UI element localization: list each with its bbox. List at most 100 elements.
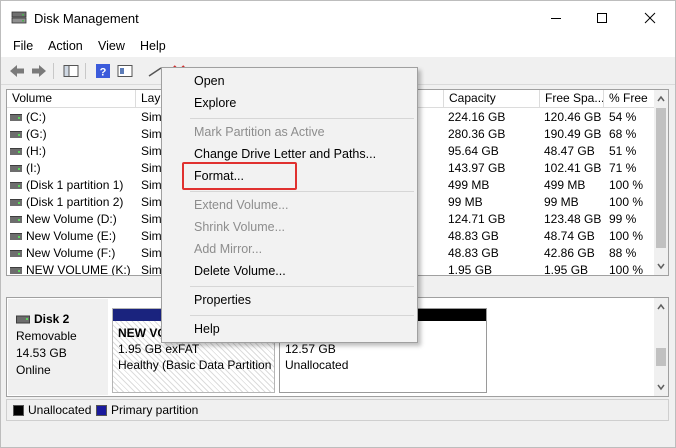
cell-volume: New Volume (D:) xyxy=(26,212,117,226)
minimize-button[interactable] xyxy=(533,1,579,35)
help-icon: ? xyxy=(96,64,110,79)
cell-free: 42.86 GB xyxy=(544,246,595,260)
drive-icon xyxy=(10,216,22,223)
cell-free: 1.95 GB xyxy=(544,263,589,276)
drive-icon xyxy=(10,199,22,206)
disk-name: Disk 2 xyxy=(34,312,70,326)
format-highlight-box xyxy=(182,162,297,190)
context-menu: Open Explore Mark Partition as Active Ch… xyxy=(161,67,418,343)
legend-bar: Unallocated Primary partition xyxy=(6,399,669,421)
cell-volume: (C:) xyxy=(26,110,46,124)
disk-info-panel[interactable]: Disk 2 Removable 14.53 GB Online xyxy=(8,299,108,395)
console-tree-button[interactable] xyxy=(61,62,81,80)
drive-icon xyxy=(10,148,22,155)
maximize-icon xyxy=(597,13,607,23)
partition-detail: 12.57 GB xyxy=(285,342,336,356)
cell-volume: New Volume (F:) xyxy=(26,246,116,260)
disk-type: Removable xyxy=(16,329,77,343)
menu-bar: File Action View Help xyxy=(1,35,675,57)
vertical-scrollbar[interactable] xyxy=(654,298,668,396)
cell-pct: 51 % xyxy=(609,144,637,158)
cell-capacity: 124.71 GB xyxy=(448,212,506,226)
menu-separator xyxy=(190,315,414,316)
scroll-thumb[interactable] xyxy=(656,108,666,248)
menu-item-extend-volume: Extend Volume... xyxy=(194,198,289,212)
cell-capacity: 95.64 GB xyxy=(448,144,499,158)
cell-free: 48.74 GB xyxy=(544,229,595,243)
cell-capacity: 224.16 GB xyxy=(448,110,506,124)
menu-item-change-drive-letter[interactable]: Change Drive Letter and Paths... xyxy=(194,147,376,161)
legend-swatch-unallocated xyxy=(13,405,24,416)
legend-swatch-primary xyxy=(96,405,107,416)
disk-management-window: Disk Management File Action View Help ? xyxy=(0,0,676,448)
cell-free: 123.48 GB xyxy=(544,212,602,226)
disk-size: 14.53 GB xyxy=(16,346,67,360)
drive-icon xyxy=(10,165,22,172)
menu-item-explore[interactable]: Explore xyxy=(194,96,236,110)
maximize-button[interactable] xyxy=(579,1,625,35)
partition-status: Unallocated xyxy=(285,358,349,372)
column-header-capacity[interactable]: Capacity xyxy=(444,90,540,108)
vertical-scrollbar[interactable] xyxy=(654,90,668,275)
toolbar-separator xyxy=(85,63,86,79)
cell-capacity: 48.83 GB xyxy=(448,229,499,243)
cell-pct: 68 % xyxy=(609,127,637,141)
close-button[interactable] xyxy=(627,1,673,35)
column-header-volume[interactable]: Volume xyxy=(7,90,136,108)
menu-action[interactable]: Action xyxy=(48,39,83,53)
properties-button[interactable] xyxy=(115,62,135,80)
cell-capacity: 1.95 GB xyxy=(448,263,493,276)
cell-pct: 88 % xyxy=(609,246,637,260)
legend-label-unallocated: Unallocated xyxy=(28,403,92,417)
help-button[interactable]: ? xyxy=(93,62,113,80)
console-tree-icon xyxy=(63,65,79,77)
cell-capacity: 280.36 GB xyxy=(448,127,506,141)
cell-volume: NEW VOLUME (K:) xyxy=(26,263,131,276)
cell-volume: New Volume (E:) xyxy=(26,229,117,243)
menu-item-help[interactable]: Help xyxy=(194,322,220,336)
cell-free: 120.46 GB xyxy=(544,110,602,124)
svg-text:?: ? xyxy=(100,67,107,79)
menu-file[interactable]: File xyxy=(13,39,33,53)
scroll-up-icon xyxy=(657,95,665,102)
drive-icon xyxy=(10,114,22,121)
menu-help[interactable]: Help xyxy=(140,39,166,53)
drive-icon xyxy=(10,250,22,257)
drive-icon xyxy=(10,267,22,274)
cell-free: 48.47 GB xyxy=(544,144,595,158)
forward-button[interactable] xyxy=(29,62,49,80)
disk-management-icon xyxy=(11,11,27,25)
menu-item-delete-volume[interactable]: Delete Volume... xyxy=(194,264,286,278)
column-header-percent-free[interactable]: % Free xyxy=(604,90,656,108)
cell-volume: (Disk 1 partition 1) xyxy=(26,178,124,192)
partition-status: Healthy (Basic Data Partition xyxy=(118,358,272,372)
scroll-thumb[interactable] xyxy=(656,348,666,366)
disk-status: Online xyxy=(16,363,51,377)
menu-item-open[interactable]: Open xyxy=(194,74,225,88)
column-header-free-space[interactable]: Free Spa... xyxy=(540,90,604,108)
scroll-up-icon xyxy=(657,303,665,310)
cell-pct: 71 % xyxy=(609,161,637,175)
cell-volume: (G:) xyxy=(26,127,47,141)
cell-volume: (H:) xyxy=(26,144,46,158)
cell-free: 190.49 GB xyxy=(544,127,602,141)
cell-pct: 100 % xyxy=(609,263,644,276)
legend-label-primary: Primary partition xyxy=(111,403,199,417)
title-bar: Disk Management xyxy=(1,1,675,35)
back-arrow-icon xyxy=(10,65,24,77)
cell-pct: 100 % xyxy=(609,229,644,243)
menu-item-properties[interactable]: Properties xyxy=(194,293,251,307)
menu-view[interactable]: View xyxy=(98,39,125,53)
toolbar-separator xyxy=(53,63,54,79)
drive-icon xyxy=(10,182,22,189)
cell-pct: 54 % xyxy=(609,110,637,124)
menu-separator xyxy=(190,191,414,192)
scroll-down-icon xyxy=(657,384,665,391)
cell-free: 99 MB xyxy=(544,195,579,209)
cell-pct: 99 % xyxy=(609,212,637,226)
back-button[interactable] xyxy=(7,62,27,80)
forward-arrow-icon xyxy=(32,65,46,77)
cell-capacity: 99 MB xyxy=(448,195,483,209)
menu-separator xyxy=(190,286,414,287)
partition-detail: 1.95 GB exFAT xyxy=(118,342,200,356)
